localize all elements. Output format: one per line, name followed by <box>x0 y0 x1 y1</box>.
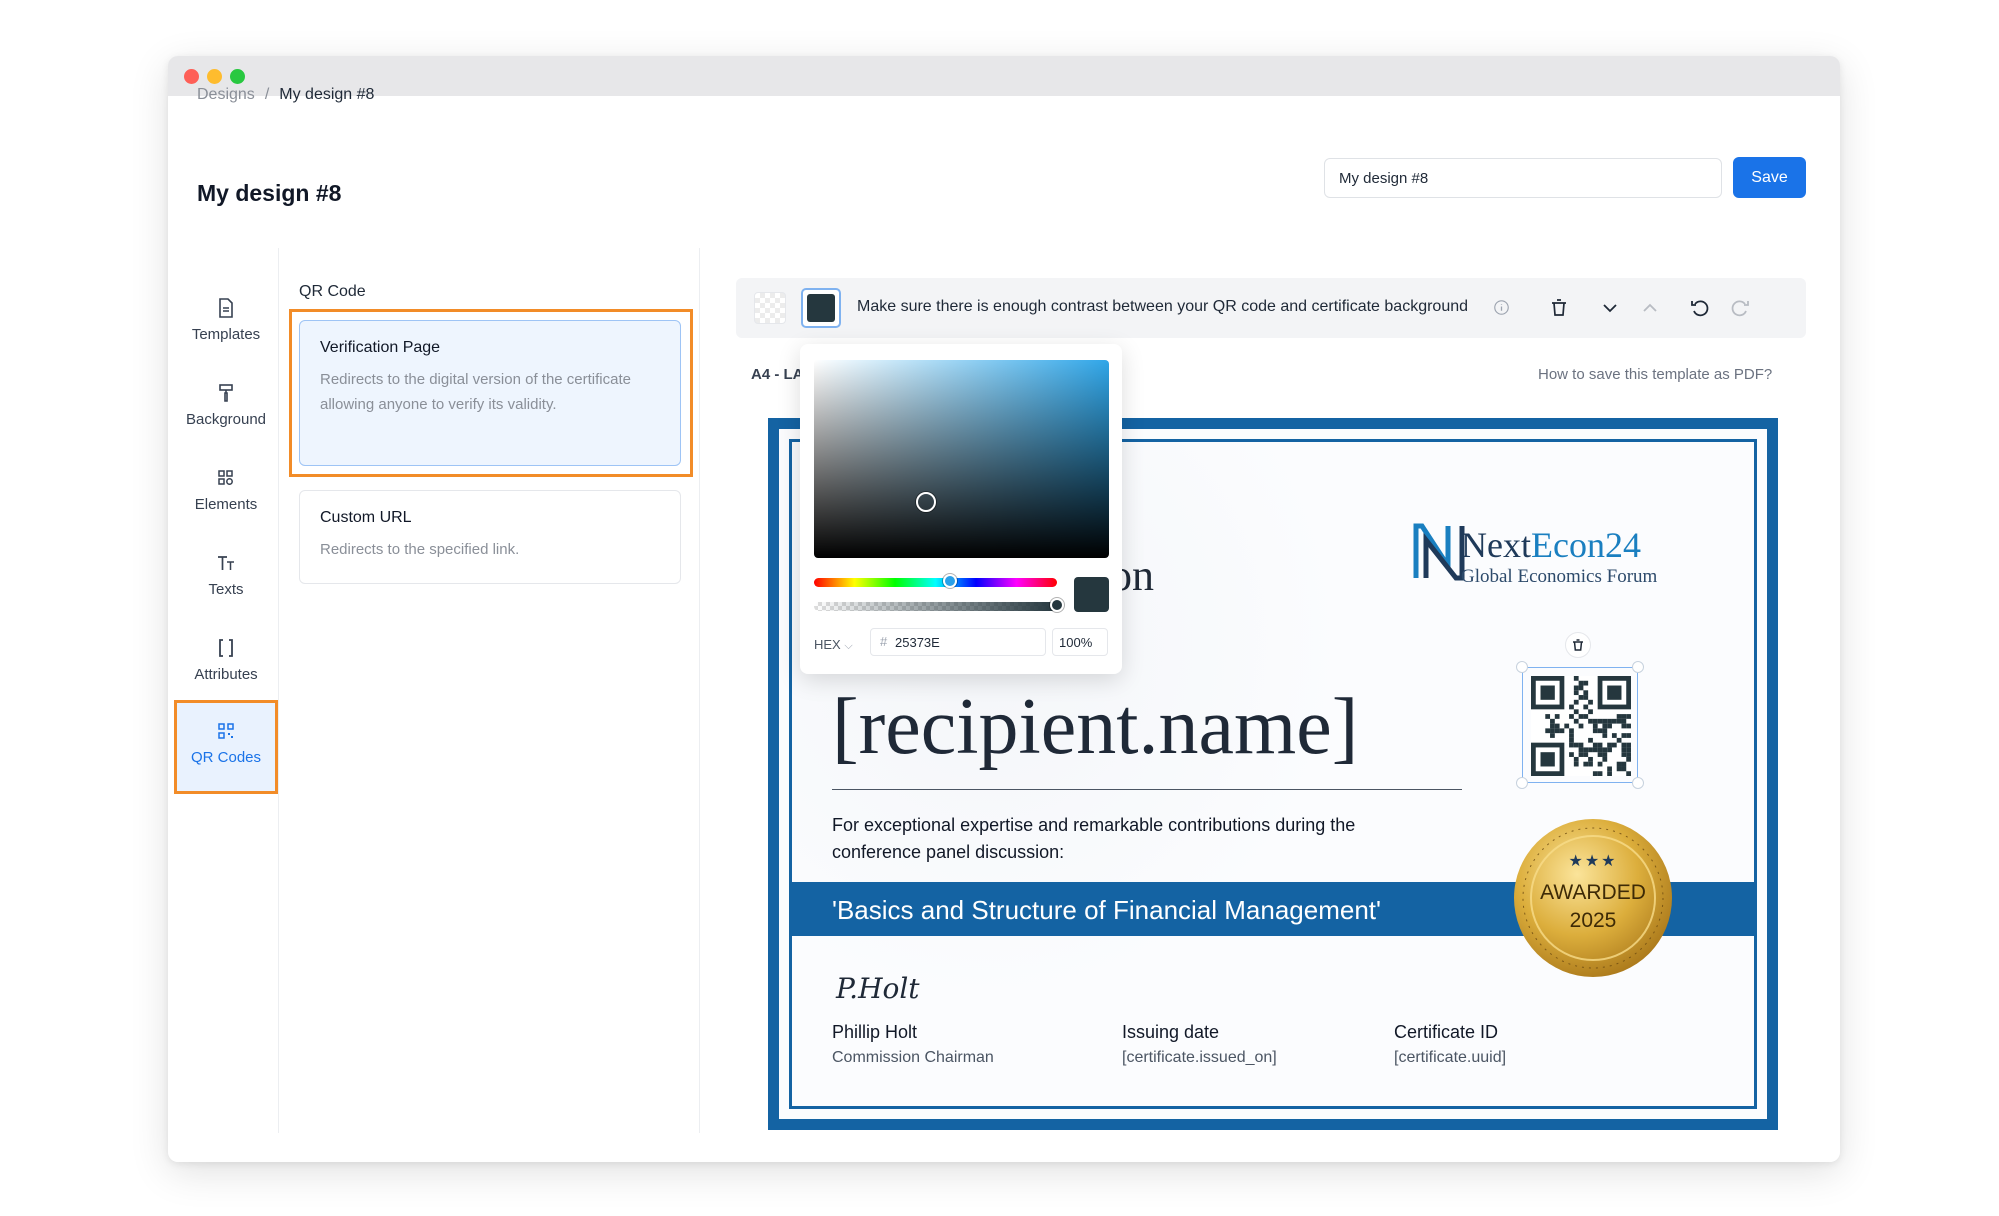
brand-subtitle: Global Economics Forum <box>1461 566 1658 587</box>
element-toolbar: Make sure there is enough contrast betwe… <box>736 278 1806 338</box>
info-icon[interactable] <box>1493 299 1510 316</box>
recipient-name-text[interactable]: [recipient.name] <box>832 682 1358 773</box>
background-color-swatch[interactable] <box>754 292 786 324</box>
saturation-area[interactable] <box>814 360 1109 558</box>
chevron-down-icon: ⌵ <box>844 640 853 652</box>
award-medal[interactable]: ★★★ AWARDED 2025 <box>1512 817 1674 979</box>
resize-handle[interactable] <box>1516 777 1528 789</box>
breadcrumb-separator: / <box>264 86 270 103</box>
minimize-window-button[interactable] <box>207 69 222 84</box>
paint-roller-icon <box>219 384 233 402</box>
chevron-down-icon[interactable] <box>1598 296 1622 320</box>
saturation-cursor[interactable] <box>916 492 936 512</box>
opacity-input[interactable] <box>1052 628 1108 656</box>
signer-role: Commission Chairman <box>832 1049 994 1066</box>
medal-stars: ★★★ <box>1568 853 1618 870</box>
qr-code-element[interactable] <box>1516 661 1644 789</box>
trash-icon <box>1573 639 1583 651</box>
rail-item-label: Texts <box>208 581 244 598</box>
signature-text[interactable]: P.Holt <box>836 972 920 1005</box>
color-mode-label: HEX <box>814 637 841 652</box>
page-format-label: A4 - LA <box>751 366 804 383</box>
option-title: Verification Page <box>320 339 441 356</box>
redo-icon[interactable] <box>1728 296 1752 320</box>
qr-options-panel: QR Code Verification Page Redirects to t… <box>280 248 700 1133</box>
panel-title: QR Code <box>299 283 366 300</box>
design-name-input[interactable] <box>1324 158 1722 198</box>
rail-item-label: Elements <box>194 496 258 513</box>
color-mode-select[interactable]: HEX ⌵ <box>814 637 853 653</box>
signer-name: Phillip Holt <box>832 1022 918 1042</box>
resize-handle[interactable] <box>1632 777 1644 789</box>
hex-hash-symbol: # <box>880 634 888 649</box>
close-window-button[interactable] <box>184 69 199 84</box>
opacity-slider-knob[interactable] <box>1050 598 1064 612</box>
color-picker-popover: HEX ⌵ # <box>800 344 1122 674</box>
qr-color-swatch[interactable] <box>801 288 841 328</box>
medal-line2: 2025 <box>1569 909 1617 932</box>
option-verification-page[interactable]: Verification Page Redirects to the digit… <box>299 320 681 466</box>
rail-item-texts[interactable]: Texts <box>174 533 278 625</box>
option-custom-url[interactable]: Custom URL Redirects to the specified li… <box>299 490 681 584</box>
color-preview <box>1074 577 1109 612</box>
rail-item-label: Templates <box>191 326 261 343</box>
trash-icon[interactable] <box>1547 296 1571 320</box>
shapes-icon <box>218 470 233 485</box>
qr-delete-button[interactable] <box>1565 632 1591 658</box>
certificate-description[interactable]: For exceptional expertise and remarkable… <box>832 812 1392 866</box>
qr-icon <box>218 723 234 739</box>
signer-block[interactable]: Phillip Holt Commission Chairman <box>832 1022 994 1067</box>
certificate-id-label: Certificate ID <box>1394 1022 1499 1042</box>
brand-name-accent: Econ24 <box>1530 525 1641 565</box>
issuing-date-label: Issuing date <box>1122 1022 1220 1042</box>
breadcrumb: Designs / My design #8 <box>197 86 374 114</box>
hex-input[interactable] <box>870 628 1046 656</box>
qr-color-fill <box>807 294 835 322</box>
rail-item-templates[interactable]: Templates <box>174 278 278 370</box>
save-button[interactable]: Save <box>1733 157 1806 198</box>
option-title: Custom URL <box>320 509 412 526</box>
breadcrumb-current: My design #8 <box>279 86 375 103</box>
resize-handle[interactable] <box>1516 661 1528 673</box>
hue-slider-knob[interactable] <box>943 574 958 588</box>
maximize-window-button[interactable] <box>230 69 245 84</box>
issuing-date-value: [certificate.issued_on] <box>1122 1049 1277 1066</box>
rail-item-elements[interactable]: Elements <box>174 448 278 540</box>
chevron-up-icon[interactable] <box>1638 296 1662 320</box>
rail-item-qr-codes[interactable]: QR Codes <box>174 700 278 794</box>
rail-item-label: Attributes <box>194 666 258 683</box>
resize-handle[interactable] <box>1632 661 1644 673</box>
tool-rail: Templates Background Elements Texts Attr… <box>168 248 279 1133</box>
opacity-slider[interactable] <box>814 602 1057 611</box>
rail-item-background[interactable]: Background <box>174 363 278 455</box>
brackets-icon <box>219 639 233 657</box>
title-bar <box>168 56 1840 96</box>
contrast-message: Make sure there is enough contrast betwe… <box>857 298 1469 315</box>
topic-text: 'Basics and Structure of Financial Manag… <box>832 895 1381 925</box>
rail-item-label: QR Codes <box>190 749 262 766</box>
option-description: Redirects to the specified link. <box>320 541 520 558</box>
nextecon-logo-icon <box>1413 523 1465 581</box>
breadcrumb-designs-link[interactable]: Designs <box>197 86 255 104</box>
medal-line1: AWARDED <box>1540 881 1646 904</box>
file-icon <box>219 298 233 318</box>
certificate-id-value: [certificate.uuid] <box>1394 1049 1507 1066</box>
rail-item-attributes[interactable]: Attributes <box>174 618 278 710</box>
page-title: My design #8 <box>197 180 342 206</box>
rail-item-label: Background <box>185 411 267 428</box>
text-icon <box>218 556 234 570</box>
recipient-underline <box>832 789 1462 790</box>
option-description: Redirects to the digital version of the … <box>320 371 631 413</box>
app-window: Designs / My design #8 My design #8 Save T… <box>168 56 1840 1162</box>
brand-name: NextEcon24 <box>1461 524 1641 566</box>
canvas-area: Make sure there is enough contrast betwe… <box>736 248 1840 1162</box>
issuing-date-block[interactable]: Issuing date [certificate.issued_on] <box>1122 1022 1277 1067</box>
certificate-id-block[interactable]: Certificate ID [certificate.uuid] <box>1394 1022 1506 1067</box>
qr-code-image <box>1531 676 1631 776</box>
undo-icon[interactable] <box>1688 296 1712 320</box>
editor-main: Templates Background Elements Texts Attr… <box>168 248 1840 1162</box>
pdf-help-link[interactable]: How to save this template as PDF? <box>1538 366 1772 383</box>
brand-name-part: Next <box>1461 525 1531 565</box>
hue-slider[interactable] <box>814 578 1057 587</box>
